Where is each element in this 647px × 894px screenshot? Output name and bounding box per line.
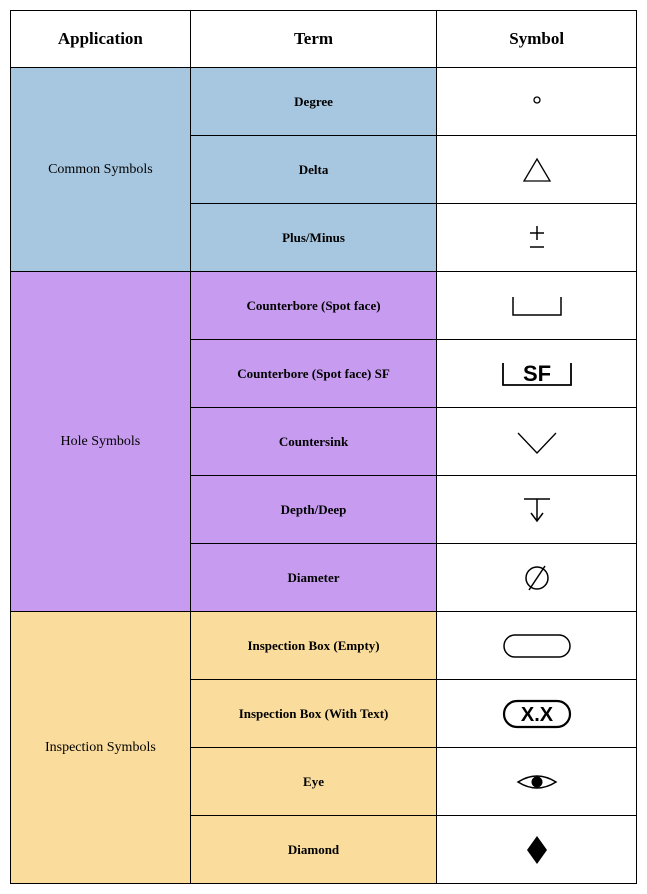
diamond-icon [523, 833, 551, 867]
plus-minus-icon [525, 223, 549, 253]
term-cell: Plus/Minus [190, 204, 437, 272]
symbol-cell [437, 136, 637, 204]
symbol-cell [437, 476, 637, 544]
symbol-cell [437, 612, 637, 680]
depth-icon [520, 493, 554, 527]
symbol-cell: SF [437, 340, 637, 408]
header-symbol: Symbol [437, 11, 637, 68]
counterbore-sf-icon: SF [497, 357, 577, 391]
inspection-box-text-icon: X.X [500, 698, 574, 730]
application-cell: Inspection Symbols [11, 612, 191, 884]
term-cell: Counterbore (Spot face) SF [190, 340, 437, 408]
header-term: Term [190, 11, 437, 68]
application-cell: Hole Symbols [11, 272, 191, 612]
table-row: Inspection SymbolsInspection Box (Empty) [11, 612, 637, 680]
symbol-cell [437, 272, 637, 340]
application-cell: Common Symbols [11, 68, 191, 272]
countersink-icon [512, 427, 562, 457]
header-row: Application Term Symbol [11, 11, 637, 68]
term-cell: Counterbore (Spot face) [190, 272, 437, 340]
delta-icon [519, 155, 555, 185]
term-cell: Eye [190, 748, 437, 816]
counterbore-icon [505, 291, 569, 321]
term-cell: Inspection Box (With Text) [190, 680, 437, 748]
term-cell: Delta [190, 136, 437, 204]
term-cell: Diameter [190, 544, 437, 612]
symbol-cell [437, 204, 637, 272]
symbol-cell [437, 748, 637, 816]
symbol-cell [437, 408, 637, 476]
term-cell: Inspection Box (Empty) [190, 612, 437, 680]
svg-text:X.X: X.X [521, 704, 554, 726]
symbol-cell: X.X [437, 680, 637, 748]
symbols-table: Application Term Symbol Common SymbolsDe… [10, 10, 637, 884]
eye-icon [514, 768, 560, 796]
term-cell: Countersink [190, 408, 437, 476]
term-cell: Diamond [190, 816, 437, 884]
symbol-cell [437, 544, 637, 612]
inspection-box-empty-icon [500, 631, 574, 661]
symbol-cell [437, 68, 637, 136]
symbol-cell [437, 816, 637, 884]
degree-icon [527, 92, 547, 112]
table-row: Hole SymbolsCounterbore (Spot face) [11, 272, 637, 340]
term-cell: Depth/Deep [190, 476, 437, 544]
svg-text:SF: SF [523, 361, 551, 386]
term-cell: Degree [190, 68, 437, 136]
header-application: Application [11, 11, 191, 68]
table-row: Common SymbolsDegree [11, 68, 637, 136]
diameter-icon [520, 561, 554, 595]
